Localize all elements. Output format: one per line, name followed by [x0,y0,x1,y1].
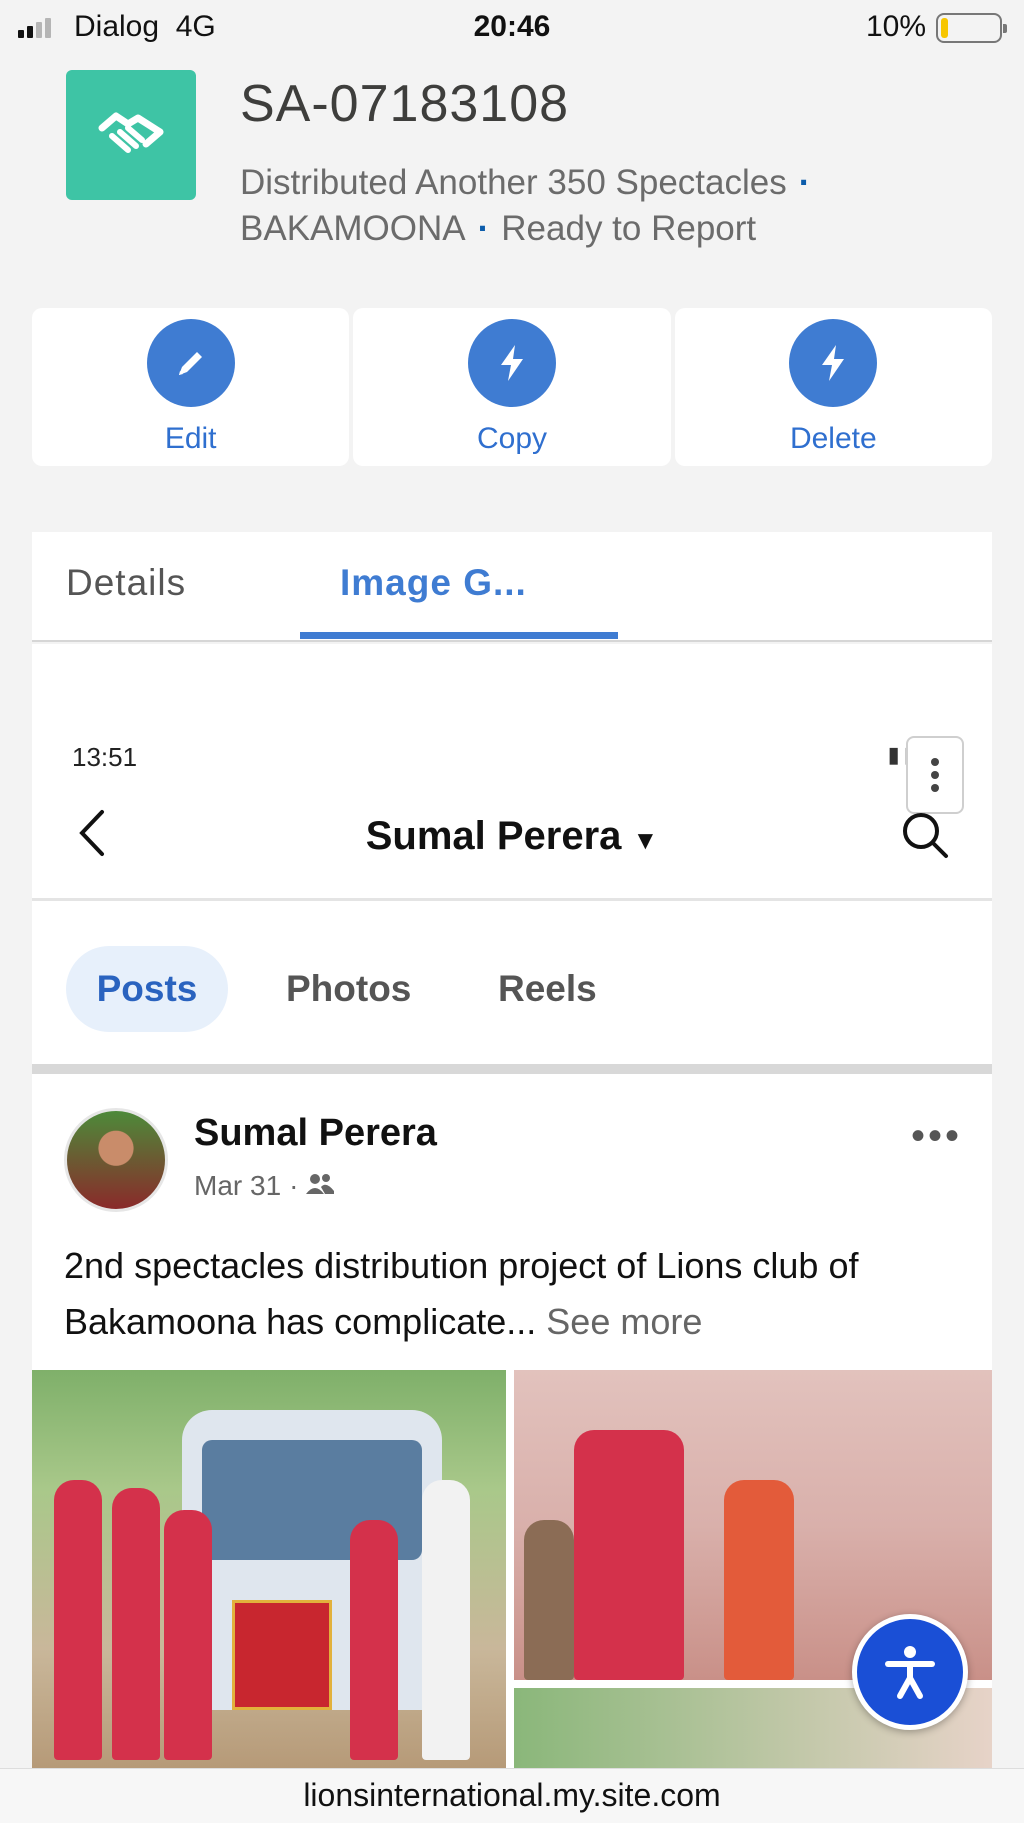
person-figure [54,1480,102,1760]
club-banner [232,1600,332,1710]
search-icon[interactable] [900,810,950,865]
profile-name[interactable]: Sumal Perera ▼ [32,814,992,859]
tab-posts[interactable]: Posts [66,946,228,1032]
post-date: Mar 31 [194,1170,282,1201]
accessibility-icon[interactable] [852,1614,968,1730]
handshake-icon [66,70,196,200]
record-tabs: Details Image G... [32,532,992,642]
person-figure [112,1488,160,1760]
subtitle-club: BAKAMOONA [240,209,466,248]
person-figure [574,1430,684,1680]
see-more-link[interactable]: See more [546,1301,702,1342]
person-figure [164,1510,212,1760]
pencil-icon [146,319,235,407]
profile-name-text: Sumal Perera [365,814,622,858]
status-bar: Dialog 4G 20:46 10% [0,0,1024,56]
header-divider [32,898,992,901]
embedded-status-time: 13:51 [72,742,138,772]
edit-label: Edit [164,422,217,455]
profile-header: Sumal Perera ▼ [32,784,992,884]
post-body: 2nd spectacles distribution project of L… [64,1245,859,1342]
person-figure [422,1480,470,1760]
record-title: SA-07183108 [240,75,570,133]
person-figure [724,1480,794,1680]
active-tab-indicator [300,632,618,639]
post-text: 2nd spectacles distribution project of L… [64,1238,964,1350]
lightning-icon [467,319,556,407]
profile-tabs: Posts Photos Reels [32,934,992,1034]
post-photo[interactable] [32,1370,506,1768]
subtitle-project: Distributed Another 350 Spectacles [240,163,787,202]
chevron-down-icon: ▼ [632,825,659,855]
avatar[interactable] [64,1108,168,1212]
delete-label: Delete [789,422,877,455]
lightning-icon [789,319,878,407]
person-figure [524,1520,574,1680]
battery-percent: 10% [865,10,926,43]
tab-reels[interactable]: Reels [498,946,597,1032]
delete-button[interactable]: Delete [674,308,992,466]
copy-label: Copy [476,422,548,455]
post-more-icon[interactable]: ••• [911,1114,962,1159]
post-meta: Mar 31 · [194,1170,335,1202]
battery-icon [936,13,1007,43]
action-bar: Edit Copy Delete [32,308,992,466]
person-figure [350,1520,398,1760]
section-divider [32,1064,992,1074]
browser-url-bar[interactable]: lionsinternational.my.site.com [0,1768,1024,1823]
friends-icon [306,1170,335,1202]
record-subtitle: Distributed Another 350 Spectacles ·BAKAM… [240,163,811,248]
subtitle-status: Ready to Report [501,209,757,248]
copy-button[interactable]: Copy [353,308,671,466]
edit-button[interactable]: Edit [32,308,350,466]
post-author[interactable]: Sumal Perera [194,1112,437,1155]
tab-image-gallery[interactable]: Image G... [340,562,527,604]
tab-details[interactable]: Details [66,562,186,604]
tab-photos[interactable]: Photos [286,946,411,1032]
image-gallery-panel: 13:51 ▮▮▮ Sumal Perera ▼ Posts Photos Re… [32,644,992,1768]
